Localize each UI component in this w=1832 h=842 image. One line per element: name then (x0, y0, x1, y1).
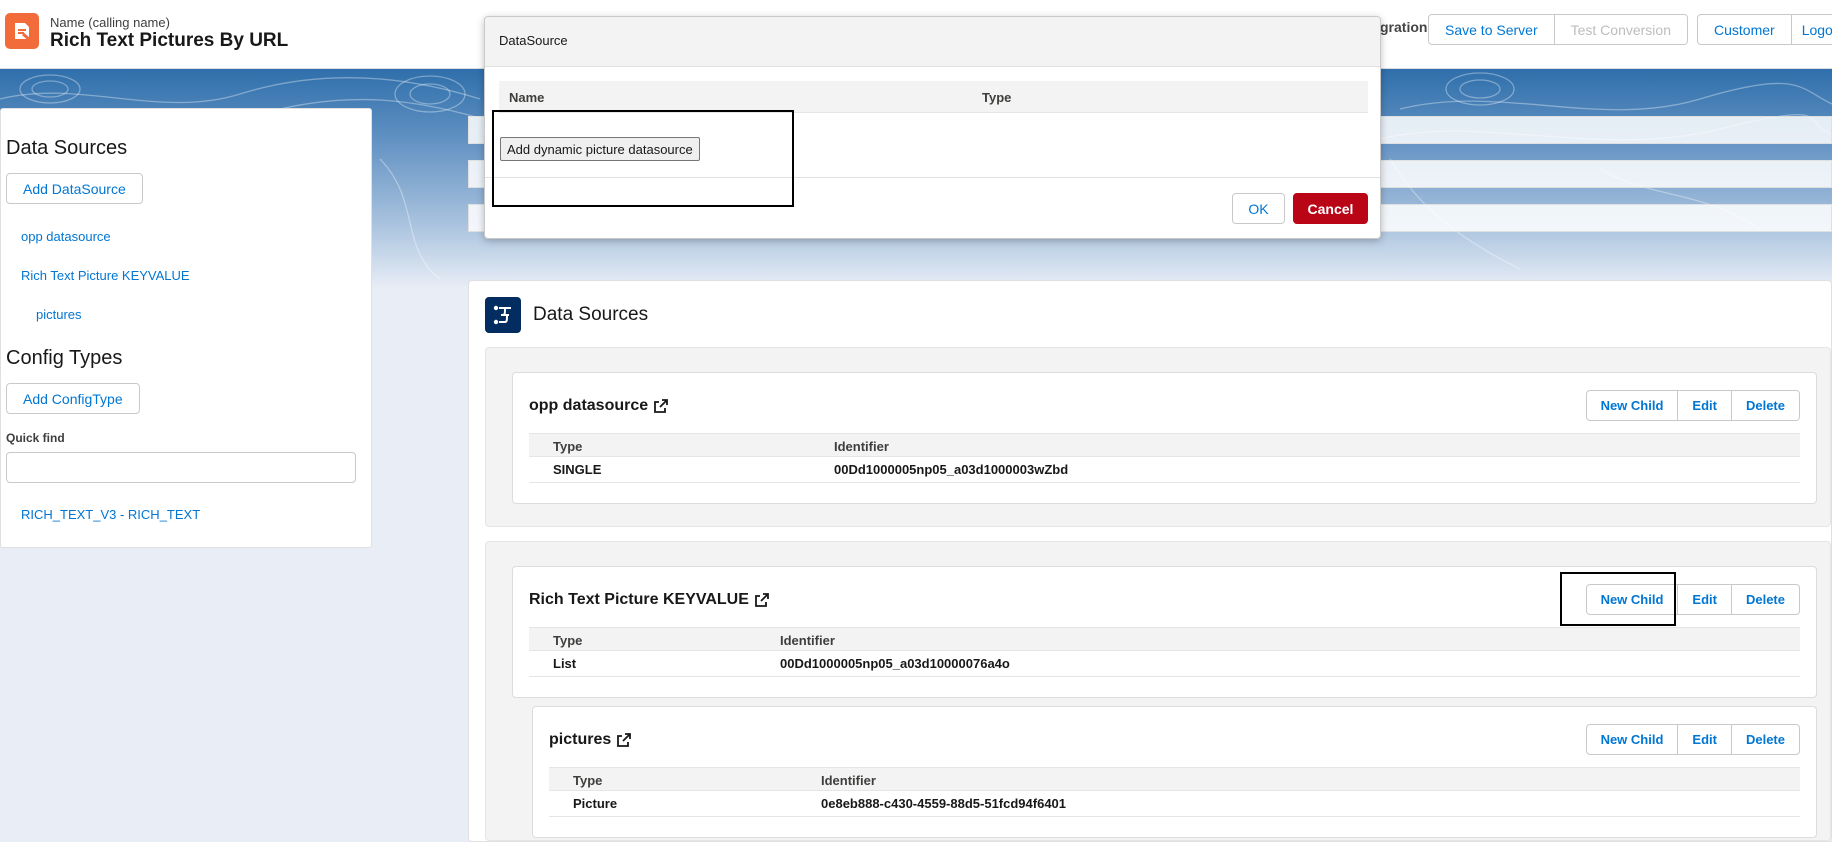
table-header: Type Identifier (529, 433, 1800, 457)
datasource-table: Type Identifier Picture 0e8eb888-c430-45… (549, 767, 1800, 817)
identifier-value: 00Dd1000005np05_a03d1000003wZbd (834, 462, 1069, 477)
column-identifier: Identifier (821, 773, 876, 788)
column-type: Type (573, 773, 603, 788)
integration-menu-partial[interactable]: gration (1380, 19, 1427, 35)
main-title: Data Sources (533, 304, 649, 325)
modal-column-name: Name (509, 90, 545, 105)
delete-button[interactable]: Delete (1731, 584, 1800, 615)
add-configtype-button[interactable]: Add ConfigType (6, 383, 140, 414)
modal-title: DataSource (499, 33, 568, 48)
datasource-title: opp datasource (529, 397, 669, 415)
add-datasource-button[interactable]: Add DataSource (6, 173, 143, 204)
table-row: Picture 0e8eb888-c430-4559-88d5-51fcd94f… (549, 791, 1800, 817)
datasource-actions: New Child Edit Delete (1585, 724, 1800, 755)
datasource-group: opp datasource New Child Edit Delete Typ… (485, 347, 1831, 527)
header-button-group: Save to Server Test Conversion (1428, 14, 1688, 45)
data-source-icon (485, 297, 521, 333)
datasource-title: Rich Text Picture KEYVALUE (529, 591, 770, 609)
logout-button[interactable]: Logo (1791, 14, 1832, 45)
new-child-highlight-box (1560, 572, 1676, 626)
edit-button[interactable]: Edit (1678, 584, 1732, 615)
record-title: Rich Text Pictures By URL (50, 30, 289, 51)
column-type: Type (553, 633, 583, 648)
identifier-value: 0e8eb888-c430-4559-88d5-51fcd94f6401 (821, 796, 1067, 811)
type-value: SINGLE (553, 462, 602, 477)
add-button-highlight-box (492, 110, 794, 207)
new-child-button[interactable]: New Child (1585, 724, 1679, 755)
column-identifier: Identifier (834, 439, 889, 454)
table-row: SINGLE 00Dd1000005np05_a03d1000003wZbd (529, 457, 1800, 483)
sidebar-data-sources-heading: Data Sources (6, 137, 128, 159)
app-logo-icon (5, 13, 39, 49)
datasource-title: pictures (549, 731, 632, 749)
external-link-icon[interactable] (616, 732, 632, 748)
datasource-card-pictures: pictures New Child Edit Delete Type Iden… (532, 706, 1817, 838)
edit-button[interactable]: Edit (1678, 724, 1732, 755)
external-link-icon[interactable] (653, 398, 669, 414)
delete-button[interactable]: Delete (1731, 724, 1800, 755)
sidebar-link-pictures[interactable]: pictures (36, 307, 82, 322)
user-button-group: Customer Logo (1697, 14, 1832, 45)
type-value: List (553, 656, 577, 671)
table-header: Type Identifier (549, 767, 1800, 791)
ok-button[interactable]: OK (1232, 193, 1285, 224)
datasource-name: opp datasource (529, 397, 649, 414)
external-link-icon[interactable] (754, 592, 770, 608)
save-to-server-button[interactable]: Save to Server (1428, 14, 1555, 45)
delete-button[interactable]: Delete (1731, 390, 1800, 421)
sidebar-link-opp-datasource[interactable]: opp datasource (21, 229, 111, 244)
datasource-table: Type Identifier SINGLE 00Dd1000005np05_a… (529, 433, 1800, 483)
datasource-card-opp: opp datasource New Child Edit Delete Typ… (512, 372, 1817, 504)
edit-button[interactable]: Edit (1678, 390, 1732, 421)
modal-column-type: Type (982, 90, 1012, 105)
sidebar-panel: Data Sources Add DataSource opp datasour… (0, 108, 372, 548)
customer-button[interactable]: Customer (1697, 14, 1792, 45)
test-conversion-button: Test Conversion (1554, 14, 1688, 45)
cancel-button[interactable]: Cancel (1293, 193, 1368, 224)
record-label: Name (calling name) (50, 15, 170, 30)
datasource-name: pictures (549, 731, 612, 748)
data-sources-main-card: Data Sources opp datasource New Child Ed… (468, 280, 1832, 842)
table-header: Type Identifier (529, 627, 1800, 651)
column-identifier: Identifier (780, 633, 835, 648)
quick-find-label: Quick find (6, 431, 65, 445)
config-link-rich-text-v3[interactable]: RICH_TEXT_V3 - RICH_TEXT (21, 507, 200, 522)
identifier-value: 00Dd1000005np05_a03d10000076a4o (780, 656, 1010, 671)
sidebar-config-types-heading: Config Types (6, 347, 123, 369)
type-value: Picture (573, 796, 618, 811)
column-type: Type (553, 439, 583, 454)
quick-find-input[interactable] (6, 452, 356, 483)
datasource-actions: New Child Edit Delete (1585, 390, 1800, 421)
datasource-name: Rich Text Picture KEYVALUE (529, 591, 749, 608)
new-child-button[interactable]: New Child (1585, 390, 1679, 421)
modal-table-header: Name Type (499, 81, 1368, 113)
modal-header: DataSource (485, 17, 1380, 67)
datasource-table: Type Identifier List 00Dd1000005np05_a03… (529, 627, 1800, 677)
table-row: List 00Dd1000005np05_a03d10000076a4o (529, 651, 1800, 677)
sidebar-link-rich-text-picture[interactable]: Rich Text Picture KEYVALUE (21, 268, 190, 283)
